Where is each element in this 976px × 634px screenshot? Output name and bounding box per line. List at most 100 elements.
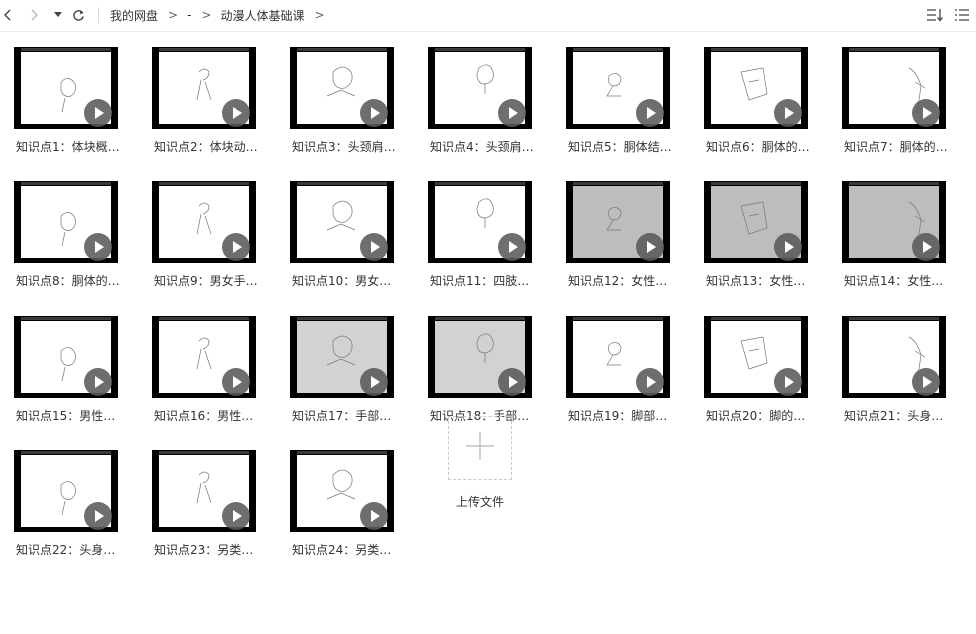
video-thumbnail[interactable]: [704, 47, 808, 129]
file-tile[interactable]: 知识点13：女性…: [704, 181, 822, 301]
file-tile[interactable]: 知识点15：男性…: [14, 316, 132, 436]
refresh-button[interactable]: [69, 0, 87, 30]
video-thumbnail[interactable]: [14, 450, 118, 532]
file-tile[interactable]: 知识点23：另类…: [152, 450, 270, 570]
video-titlebar: [849, 182, 939, 185]
breadcrumb-item-collapsed[interactable]: -: [187, 8, 191, 22]
video-thumbnail[interactable]: [566, 47, 670, 129]
file-tile[interactable]: 知识点10：男女…: [290, 181, 408, 301]
video-thumbnail[interactable]: [14, 181, 118, 263]
video-thumbnail[interactable]: [14, 316, 118, 398]
back-button[interactable]: [0, 0, 14, 30]
sort-button[interactable]: [925, 6, 945, 26]
forward-button[interactable]: [28, 0, 42, 30]
play-icon[interactable]: [498, 99, 526, 127]
video-thumbnail[interactable]: [428, 47, 532, 129]
play-icon[interactable]: [360, 99, 388, 127]
file-tile[interactable]: 知识点4：头颈肩…: [428, 47, 546, 167]
play-icon[interactable]: [222, 502, 250, 530]
play-icon[interactable]: [84, 502, 112, 530]
video-thumbnail[interactable]: [842, 181, 946, 263]
play-icon[interactable]: [222, 368, 250, 396]
video-titlebar: [159, 451, 249, 454]
play-icon[interactable]: [912, 368, 940, 396]
video-thumbnail[interactable]: [842, 316, 946, 398]
play-icon[interactable]: [774, 99, 802, 127]
video-thumbnail[interactable]: [14, 47, 118, 129]
video-titlebar: [21, 182, 111, 185]
play-icon[interactable]: [222, 233, 250, 261]
play-icon[interactable]: [774, 233, 802, 261]
file-tile[interactable]: 知识点1：体块概…: [14, 47, 132, 167]
history-dropdown[interactable]: [51, 0, 65, 30]
play-icon[interactable]: [636, 368, 664, 396]
video-thumbnail[interactable]: [704, 181, 808, 263]
file-tile[interactable]: 知识点12：女性…: [566, 181, 684, 301]
video-titlebar: [21, 317, 111, 320]
play-icon[interactable]: [636, 233, 664, 261]
video-thumbnail[interactable]: [152, 47, 256, 129]
video-titlebar: [21, 48, 111, 51]
file-tile[interactable]: 知识点3：头颈肩…: [290, 47, 408, 167]
video-thumbnail[interactable]: [152, 181, 256, 263]
file-name: 知识点4：头颈肩…: [430, 140, 534, 154]
file-tile[interactable]: 知识点5：胴体结…: [566, 47, 684, 167]
video-thumbnail[interactable]: [566, 316, 670, 398]
video-thumbnail[interactable]: [428, 181, 532, 263]
play-icon[interactable]: [222, 99, 250, 127]
video-titlebar: [711, 182, 801, 185]
video-titlebar: [573, 48, 663, 51]
file-name: 知识点22：头身…: [16, 543, 116, 557]
video-titlebar: [435, 48, 525, 51]
play-icon[interactable]: [774, 368, 802, 396]
video-titlebar: [297, 182, 387, 185]
plus-icon: [465, 431, 495, 465]
file-tile[interactable]: 知识点24：另类…: [290, 450, 408, 570]
file-tile[interactable]: 知识点9：男女手…: [152, 181, 270, 301]
play-icon[interactable]: [498, 233, 526, 261]
video-thumbnail[interactable]: [290, 181, 394, 263]
video-titlebar: [849, 317, 939, 320]
breadcrumb-separator-icon: >: [201, 8, 212, 22]
file-name: 知识点5：胴体结…: [568, 140, 672, 154]
file-tile[interactable]: 知识点16：男性…: [152, 316, 270, 436]
file-tile[interactable]: 知识点21：头身…: [842, 316, 960, 436]
video-thumbnail[interactable]: [704, 316, 808, 398]
file-name: 知识点9：男女手…: [154, 274, 258, 288]
breadcrumb-separator-icon: >: [314, 8, 325, 22]
video-thumbnail[interactable]: [428, 316, 532, 398]
file-tile[interactable]: 知识点14：女性…: [842, 181, 960, 301]
video-thumbnail[interactable]: [152, 450, 256, 532]
video-thumbnail[interactable]: [290, 450, 394, 532]
video-thumbnail[interactable]: [152, 316, 256, 398]
video-thumbnail[interactable]: [290, 316, 394, 398]
play-icon[interactable]: [84, 99, 112, 127]
sort-icon: [926, 7, 944, 26]
chevron-left-icon: [3, 9, 11, 21]
play-icon[interactable]: [498, 368, 526, 396]
play-icon[interactable]: [360, 502, 388, 530]
file-tile[interactable]: 知识点17：手部…: [290, 316, 408, 436]
play-icon[interactable]: [84, 368, 112, 396]
view-mode-button[interactable]: [952, 6, 972, 26]
file-tile[interactable]: 知识点2：体块动…: [152, 47, 270, 167]
file-tile[interactable]: 知识点11：四肢…: [428, 181, 546, 301]
file-tile[interactable]: 知识点7：胴体的…: [842, 47, 960, 167]
file-tile[interactable]: 知识点6：胴体的…: [704, 47, 822, 167]
video-thumbnail[interactable]: [842, 47, 946, 129]
play-icon[interactable]: [912, 233, 940, 261]
play-icon[interactable]: [84, 233, 112, 261]
breadcrumb-item-current[interactable]: 动漫人体基础课: [220, 7, 304, 24]
play-icon[interactable]: [360, 368, 388, 396]
file-tile[interactable]: 知识点8：胴体的…: [14, 181, 132, 301]
file-tile[interactable]: 知识点22：头身…: [14, 450, 132, 570]
breadcrumb-item-root[interactable]: 我的网盘: [110, 7, 158, 24]
file-tile[interactable]: 知识点19：脚部…: [566, 316, 684, 436]
video-thumbnail[interactable]: [566, 181, 670, 263]
play-icon[interactable]: [360, 233, 388, 261]
play-icon[interactable]: [636, 99, 664, 127]
play-icon[interactable]: [912, 99, 940, 127]
file-tile[interactable]: 知识点20：脚的…: [704, 316, 822, 436]
video-thumbnail[interactable]: [290, 47, 394, 129]
upload-file-button[interactable]: [448, 416, 512, 480]
